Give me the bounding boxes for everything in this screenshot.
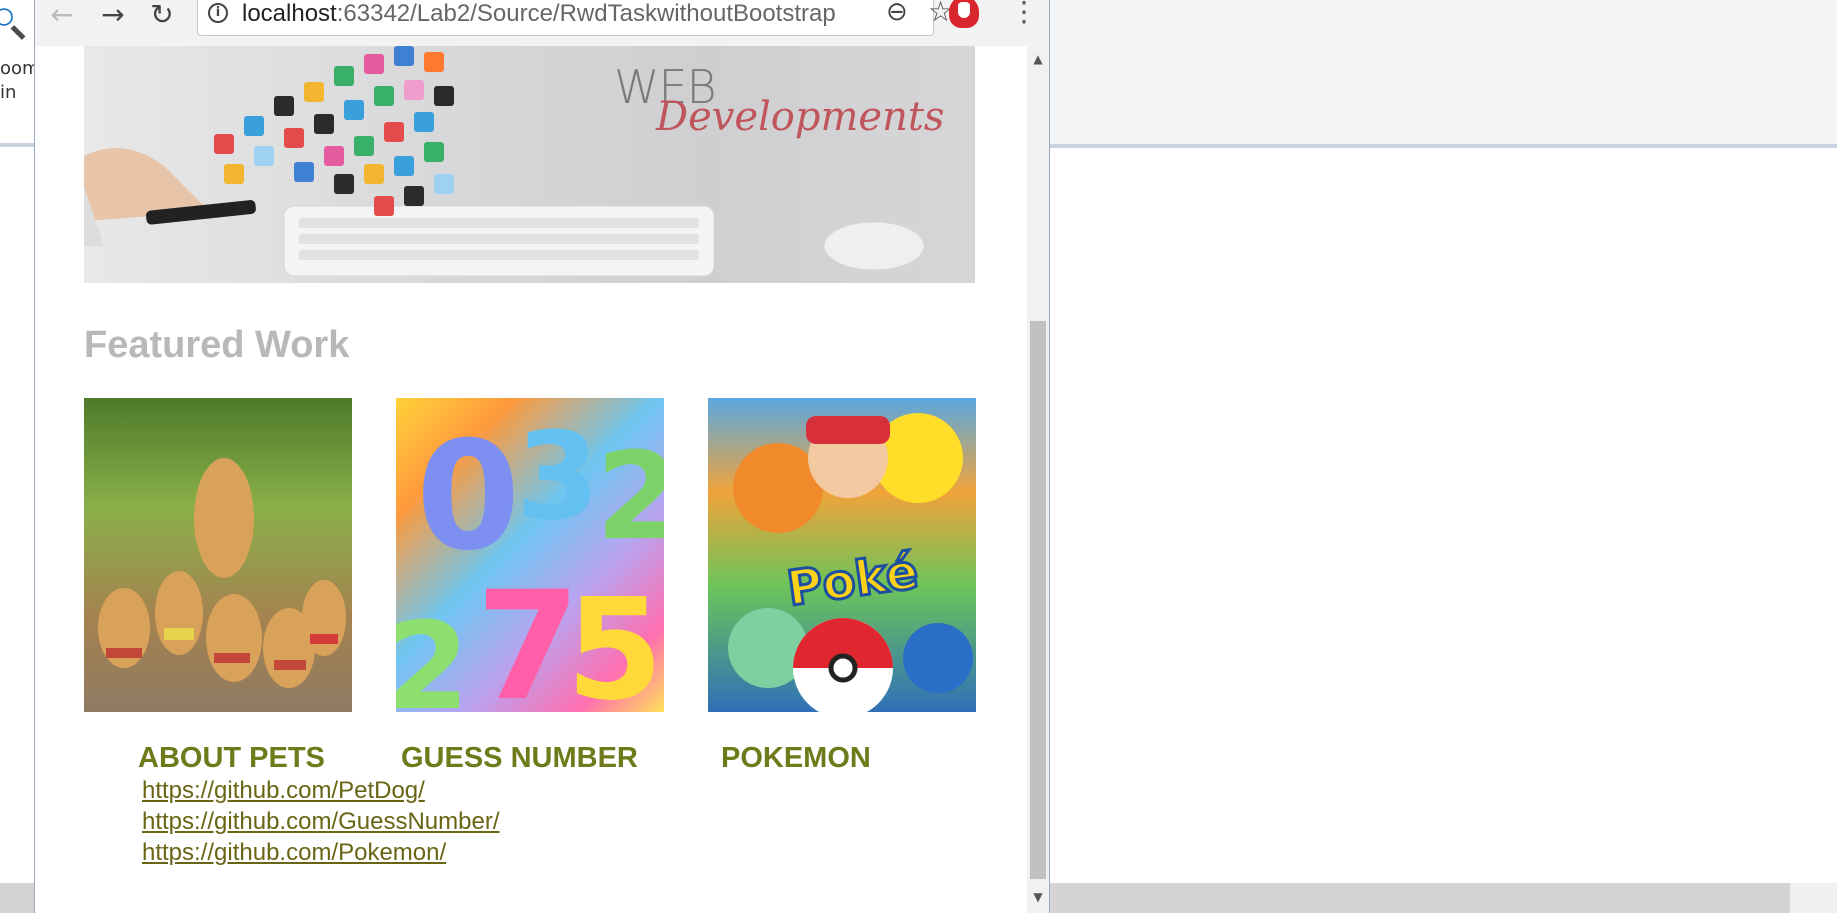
featured-work-heading: Featured Work xyxy=(84,324,350,366)
scrollbar-thumb[interactable] xyxy=(1030,321,1046,879)
vertical-scrollbar[interactable]: ▲ ▼ xyxy=(1027,46,1049,913)
link-pokemon[interactable]: https://github.com/Pokemon/ xyxy=(142,839,446,867)
project-title-guess-number: GUESS NUMBER xyxy=(401,742,638,774)
svg-text:2: 2 xyxy=(596,428,664,567)
adblock-icon[interactable] xyxy=(949,0,979,28)
svg-text:0: 0 xyxy=(416,410,520,584)
svg-text:5: 5 xyxy=(566,569,663,712)
background-window-scrollbar-end xyxy=(1790,883,1837,913)
desktop-left-edge: ○ oom in xyxy=(0,0,40,913)
desktop-label-line2: in xyxy=(0,82,17,103)
hero-banner: WEB Developments xyxy=(84,46,975,283)
pets-illustration xyxy=(98,458,346,688)
link-petdog[interactable]: https://github.com/PetDog/ xyxy=(142,777,425,805)
svg-text:7: 7 xyxy=(476,560,580,712)
arrow-right-icon[interactable]: → xyxy=(96,0,130,30)
background-window-horizontal-scrollbar[interactable] xyxy=(1050,883,1790,913)
scroll-up-arrow-icon[interactable]: ▲ xyxy=(1027,52,1049,72)
pokemon-image[interactable]: Poké xyxy=(708,398,976,712)
address-bar[interactable]: i localhost:63342/Lab2/Source/RwdTaskwit… xyxy=(197,0,953,36)
project-title-pokemon: POKEMON xyxy=(721,742,871,774)
svg-text:3: 3 xyxy=(516,408,600,547)
guess-number-image[interactable]: 0 3 2 7 5 2 xyxy=(396,398,664,712)
magnifier-icon[interactable]: ○ xyxy=(0,0,16,39)
page-viewport: WEB Developments Featured Work 0 3 2 7 5… xyxy=(35,46,1027,913)
desktop-divider xyxy=(0,143,34,147)
zoom-out-icon[interactable]: ⊖ xyxy=(886,0,908,27)
link-guessnumber[interactable]: https://github.com/GuessNumber/ xyxy=(142,808,500,836)
info-icon[interactable]: i xyxy=(208,3,228,23)
project-title-about-pets: ABOUT PETS xyxy=(138,742,325,774)
browser-window: ← → ↻ i localhost:63342/Lab2/Source/RwdT… xyxy=(34,0,1050,913)
browser-toolbar: ← → ↻ i localhost:63342/Lab2/Source/RwdT… xyxy=(35,0,1049,47)
desktop-scrollbar-fragment xyxy=(0,883,34,913)
svg-text:Poké: Poké xyxy=(784,544,922,618)
reload-icon[interactable]: ↻ xyxy=(145,0,179,30)
svg-text:2: 2 xyxy=(396,598,470,712)
scroll-down-arrow-icon[interactable]: ▼ xyxy=(1027,890,1049,910)
kebab-menu-icon[interactable]: ⋮ xyxy=(1010,0,1038,26)
hero-illustration xyxy=(84,46,925,277)
background-window-toolbar xyxy=(1050,0,1837,148)
url-path: :63342/Lab2/Source/RwdTaskwithoutBootstr… xyxy=(336,1,836,27)
pokemon-illustration: Poké xyxy=(728,413,973,712)
url-host: localhost xyxy=(242,1,337,27)
pets-image[interactable] xyxy=(84,398,352,712)
url-text[interactable]: localhost:63342/Lab2/Source/RwdTaskwitho… xyxy=(242,1,842,27)
numbers-illustration: 0 3 2 7 5 2 xyxy=(396,408,664,712)
arrow-left-icon[interactable]: ← xyxy=(45,0,79,30)
hero-title-developments: Developments xyxy=(656,94,945,140)
